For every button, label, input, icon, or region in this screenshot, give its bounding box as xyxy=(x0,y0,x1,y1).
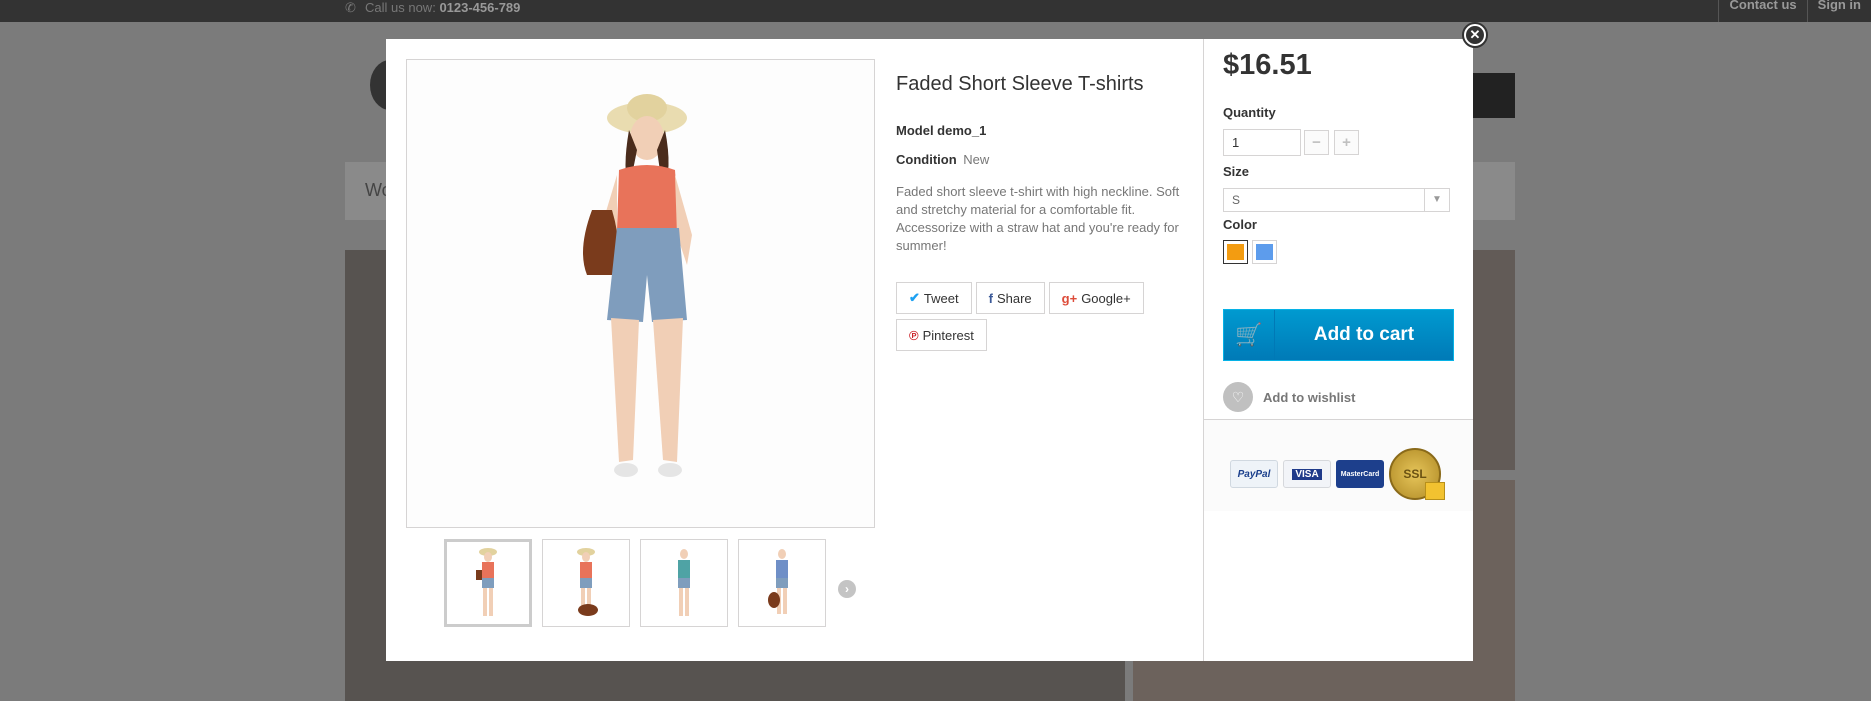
heart-icon: ♡ xyxy=(1223,382,1253,412)
chevron-down-icon: ▼ xyxy=(1424,189,1449,211)
mastercard-logo: MasterCard xyxy=(1336,460,1384,488)
product-price: $16.51 xyxy=(1223,49,1312,81)
cart-icon: 🛒 xyxy=(1224,310,1275,360)
thumbnail-2[interactable] xyxy=(542,539,630,627)
product-title: Faded Short Sleeve T-shirts xyxy=(896,73,1144,95)
minus-icon: − xyxy=(1312,134,1321,151)
facebook-share-button[interactable]: f Share xyxy=(975,282,1045,314)
thumbnail-list xyxy=(444,539,826,627)
size-value: S xyxy=(1232,193,1241,207)
lock-icon xyxy=(1425,482,1445,500)
model-photo xyxy=(407,60,874,527)
payment-logos: PayPal VISA MasterCard SSL xyxy=(1230,448,1445,500)
product-main-image[interactable] xyxy=(406,59,875,528)
pinterest-label: Pinterest xyxy=(922,327,974,343)
ssl-text: SSL xyxy=(1403,467,1427,481)
chevron-right-icon[interactable]: › xyxy=(838,580,856,598)
tweet-button[interactable]: ✔ Tweet xyxy=(896,282,972,314)
ssl-badge: SSL xyxy=(1389,448,1445,500)
size-select[interactable]: S ▼ xyxy=(1223,188,1450,212)
thumbnail-3[interactable] xyxy=(640,539,728,627)
visa-logo: VISA xyxy=(1283,460,1331,488)
product-info: Faded Short Sleeve T-shirts Model demo_1… xyxy=(896,73,1186,255)
google-plus-icon: g+ xyxy=(1061,290,1078,306)
plus-icon: + xyxy=(1342,134,1351,151)
color-swatch-blue[interactable] xyxy=(1252,240,1277,264)
top-bar: ✆ Call us now: 0123-456-789 Contact us Si… xyxy=(0,0,1871,22)
color-fill xyxy=(1227,244,1244,260)
twitter-icon: ✔ xyxy=(909,290,920,305)
call-us-label: Call us now: xyxy=(365,0,436,15)
wishlist-label: Add to wishlist xyxy=(1263,389,1356,405)
thumbnail-image xyxy=(678,549,690,616)
pinterest-button[interactable]: ℗ Pinterest xyxy=(896,319,987,351)
phone-icon: ✆ xyxy=(345,0,356,15)
facebook-icon: f xyxy=(988,290,993,306)
condition-value: New xyxy=(963,152,990,167)
thumbnail-4[interactable] xyxy=(738,539,826,627)
paypal-logo: PayPal xyxy=(1230,460,1278,488)
thumbnail-image xyxy=(476,548,497,616)
size-label: Size xyxy=(1223,164,1250,179)
share-label: Share xyxy=(996,290,1032,306)
call-us-text: ✆ Call us now: 0123-456-789 xyxy=(345,0,520,16)
phone-number: 0123-456-789 xyxy=(439,0,521,15)
add-to-wishlist-link[interactable]: ♡ Add to wishlist xyxy=(1223,382,1355,412)
close-icon: ✕ xyxy=(1466,26,1484,44)
quantity-decrease-button[interactable]: − xyxy=(1304,130,1329,155)
color-fill xyxy=(1256,244,1273,260)
contact-us-link[interactable]: Contact us xyxy=(1718,0,1806,22)
pinterest-icon: ℗ xyxy=(909,327,919,343)
google-plus-label: Google+ xyxy=(1081,290,1131,306)
product-condition: Condition New xyxy=(896,152,1186,167)
google-plus-button[interactable]: g+ Google+ xyxy=(1048,282,1144,314)
quantity-increase-button[interactable]: + xyxy=(1334,130,1359,155)
tweet-label: Tweet xyxy=(923,290,959,306)
sign-in-link[interactable]: Sign in xyxy=(1806,0,1871,22)
thumbnail-image xyxy=(577,548,598,616)
color-label: Color xyxy=(1223,217,1257,232)
social-share: ✔ Tweet f Share g+ Google+ ℗ Pinterest xyxy=(896,282,1186,351)
thumbnail-image xyxy=(768,549,788,614)
close-button[interactable]: ✕ xyxy=(1462,22,1488,48)
visa-text: VISA xyxy=(1292,468,1322,480)
quantity-label: Quantity xyxy=(1223,105,1276,120)
color-swatch-orange[interactable] xyxy=(1223,240,1248,264)
product-model: Model demo_1 xyxy=(896,123,987,138)
add-to-cart-label: Add to cart xyxy=(1313,324,1415,345)
quantity-input[interactable]: 1 xyxy=(1223,129,1301,156)
condition-label: Condition xyxy=(896,152,957,167)
add-to-cart-button[interactable]: 🛒 Add to cart xyxy=(1223,309,1454,361)
thumbnail-1[interactable] xyxy=(444,539,532,627)
product-description: Faded short sleeve t-shirt with high nec… xyxy=(896,184,1180,253)
